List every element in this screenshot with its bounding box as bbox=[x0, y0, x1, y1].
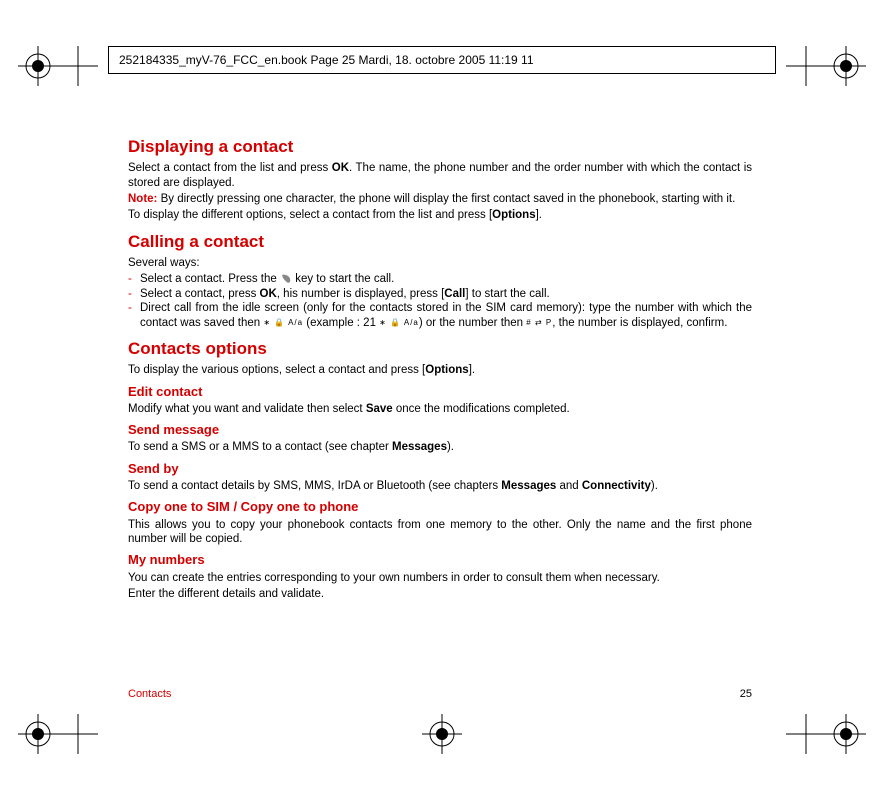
body-text: To send a SMS or a MMS to a contact (see… bbox=[128, 440, 752, 454]
body-text: To send a contact details by SMS, MMS, I… bbox=[128, 479, 752, 493]
heading-contacts-options: Contacts options bbox=[128, 338, 752, 359]
page-header: 252184335_myV-76_FCC_en.book Page 25 Mar… bbox=[108, 46, 776, 74]
crop-mark-icon bbox=[786, 714, 826, 754]
body-text: This allows you to copy your phonebook c… bbox=[128, 518, 752, 547]
body-text: To display the various options, select a… bbox=[128, 363, 752, 377]
heading-calling-contact: Calling a contact bbox=[128, 231, 752, 252]
body-text: Select a contact from the list and press… bbox=[128, 161, 752, 190]
list-item: - Select a contact, press OK, his number… bbox=[128, 287, 752, 301]
subheading-send-message: Send message bbox=[128, 422, 752, 438]
body-text: To display the different options, select… bbox=[128, 208, 752, 222]
list-item: - Direct call from the idle screen (only… bbox=[128, 301, 752, 330]
subheading-copy-sim-phone: Copy one to SIM / Copy one to phone bbox=[128, 499, 752, 515]
body-text: Enter the different details and validate… bbox=[128, 587, 752, 601]
footer-page-number: 25 bbox=[740, 688, 752, 700]
subheading-send-by: Send by bbox=[128, 461, 752, 477]
crop-mark-icon bbox=[58, 46, 98, 86]
registration-mark-icon bbox=[18, 714, 58, 754]
registration-mark-icon bbox=[826, 46, 866, 86]
bullet-list: - Select a contact. Press the key to sta… bbox=[128, 272, 752, 330]
crop-mark-icon bbox=[58, 714, 98, 754]
registration-mark-icon bbox=[18, 46, 58, 86]
footer-section-name: Contacts bbox=[128, 688, 171, 700]
registration-mark-icon bbox=[422, 714, 462, 754]
hash-key-icon: # ⇄ P bbox=[526, 317, 552, 326]
registration-mark-icon bbox=[826, 714, 866, 754]
body-text: Several ways: bbox=[128, 256, 752, 270]
list-item: - Select a contact. Press the key to sta… bbox=[128, 272, 752, 286]
subheading-my-numbers: My numbers bbox=[128, 552, 752, 568]
call-key-icon bbox=[280, 273, 292, 285]
body-text: You can create the entries corresponding… bbox=[128, 571, 752, 585]
body-text: Modify what you want and validate then s… bbox=[128, 402, 752, 416]
subheading-edit-contact: Edit contact bbox=[128, 384, 752, 400]
star-key-icon: ∗ 🔒 A/a bbox=[379, 317, 419, 326]
star-key-icon: ∗ 🔒 A/a bbox=[263, 317, 303, 326]
page-footer: Contacts 25 bbox=[128, 688, 752, 700]
body-text: Note: By directly pressing one character… bbox=[128, 192, 752, 206]
heading-displaying-contact: Displaying a contact bbox=[128, 136, 752, 157]
crop-mark-icon bbox=[786, 46, 826, 86]
page-content: Displaying a contact Select a contact fr… bbox=[128, 128, 752, 603]
